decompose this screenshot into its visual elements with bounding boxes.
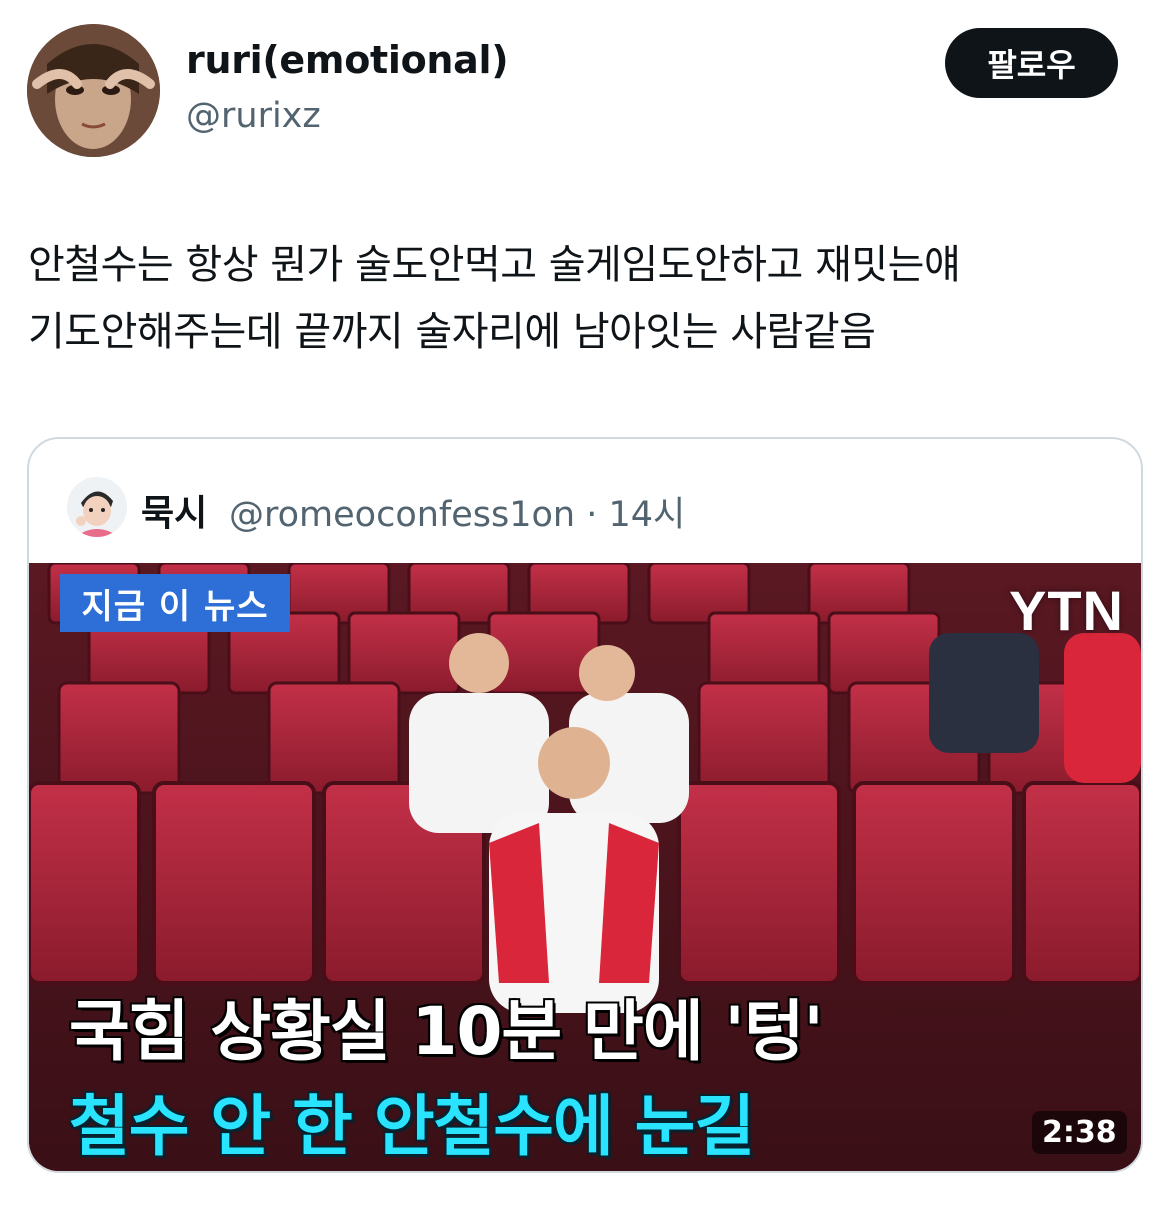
headline-line-1: 국힘 상황실 10분 만에 '텅' xyxy=(69,993,824,1070)
quoted-tweet[interactable]: 묵시 @romeoconfess1on · 14시 지금 이 뉴스 YTN 국힘… xyxy=(27,437,1143,1173)
news-badge: 지금 이 뉴스 xyxy=(60,574,290,632)
quoted-name[interactable]: 묵시 xyxy=(141,484,207,536)
tweet-text: 안철수는 항상 뭔가 술도안먹고 술게임도안하고 재밋는얘 기도안해주는데 끝까… xyxy=(28,232,1148,366)
video-thumbnail[interactable]: 지금 이 뉴스 YTN 국힘 상황실 10분 만에 '텅' 철수 안 한 안철수… xyxy=(29,563,1141,1171)
ytn-logo: YTN xyxy=(1009,578,1124,642)
tweet-line-2: 기도안해주는데 끝까지 술자리에 남아잇는 사람같음 xyxy=(28,309,876,355)
tweet-line-1: 안철수는 항상 뭔가 술도안먹고 술게임도안하고 재밋는얘 xyxy=(28,242,961,288)
follow-button[interactable]: 팔로우 xyxy=(945,28,1118,98)
profile-photo-icon xyxy=(27,24,160,157)
video-duration: 2:38 xyxy=(1032,1111,1127,1154)
author-name[interactable]: ruri(emotional) xyxy=(186,38,509,82)
author-avatar[interactable] xyxy=(27,24,160,157)
headline-line-2: 철수 안 한 안철수에 눈길 xyxy=(69,1088,755,1165)
cartoon-avatar-icon xyxy=(67,477,127,537)
quoted-avatar[interactable] xyxy=(67,477,127,537)
author-handle[interactable]: @rurixz xyxy=(186,96,321,136)
quoted-handle-time[interactable]: @romeoconfess1on · 14시 xyxy=(229,486,685,537)
